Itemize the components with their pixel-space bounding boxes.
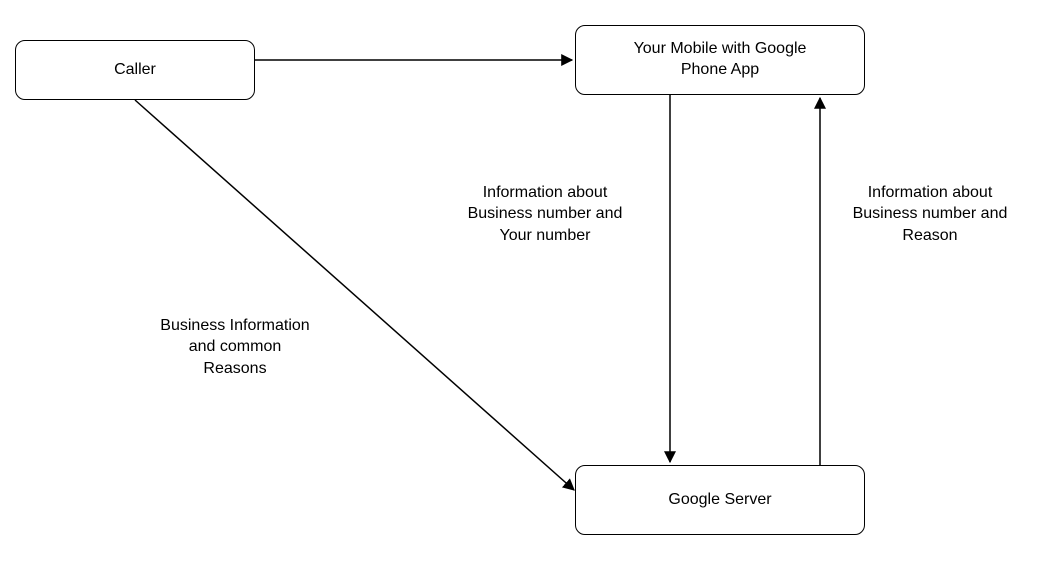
- node-mobile-label: Your Mobile with Google Phone App: [634, 39, 807, 81]
- edge-label-mobile-to-server: Information about Business number and Yo…: [445, 160, 645, 246]
- node-server-label: Google Server: [668, 490, 771, 511]
- edge-label-server-to-mobile: Information about Business number and Re…: [830, 160, 1030, 246]
- node-mobile: Your Mobile with Google Phone App: [575, 25, 865, 95]
- node-caller: Caller: [15, 40, 255, 100]
- edge-label-caller-to-server: Business Information and common Reasons: [135, 293, 335, 379]
- node-caller-label: Caller: [114, 60, 156, 81]
- node-server: Google Server: [575, 465, 865, 535]
